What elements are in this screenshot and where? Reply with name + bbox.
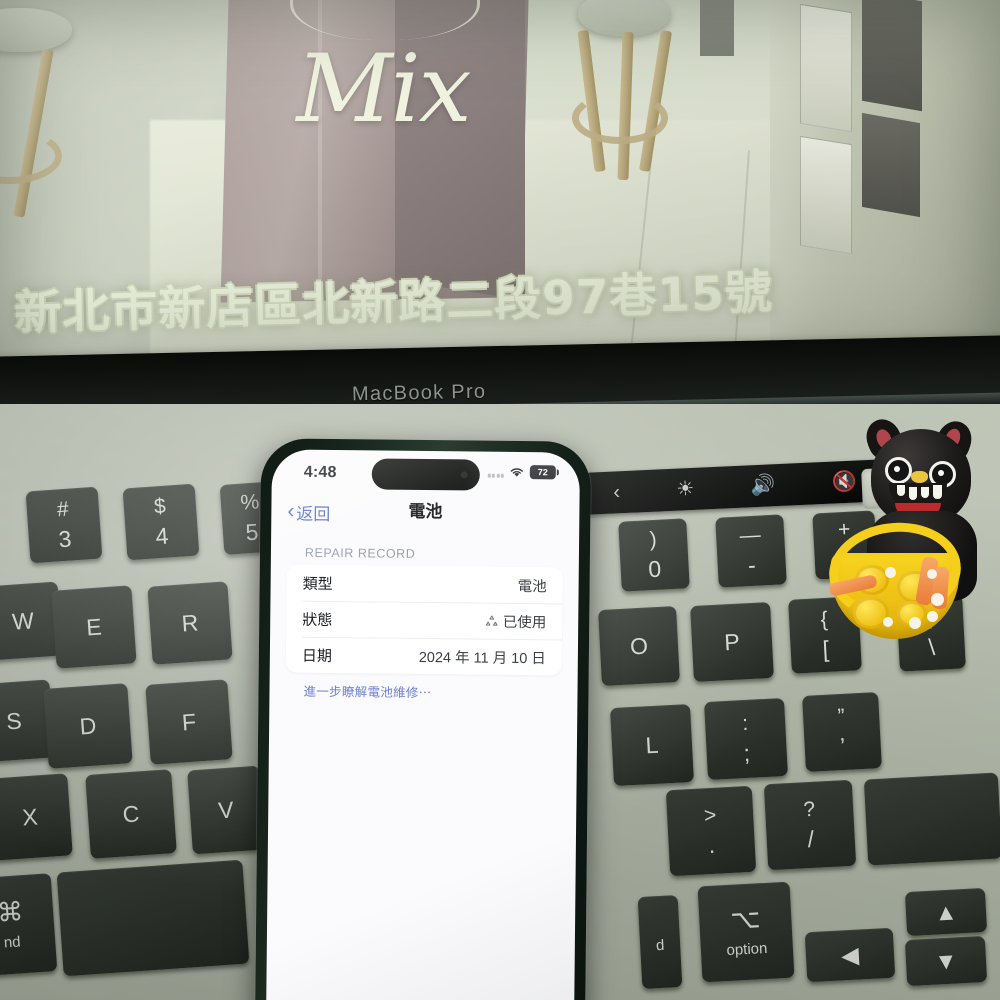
row-type-label: 類型 [302,575,333,593]
key-period[interactable]: >. [665,785,757,877]
food-dot [909,617,921,629]
cat-tooth [897,485,905,496]
row-date[interactable]: 日期 2024 年 11 月 10 日 [286,637,562,676]
cat-tooth [921,487,929,498]
key-shift-right[interactable] [863,772,1000,866]
row-date-value: 2024 年 11 月 10 日 [419,645,546,667]
cat-tooth [933,485,942,499]
key-command-right-partial[interactable]: d [637,895,683,989]
key-0[interactable]: ) 0 [618,518,690,592]
key-semicolon[interactable]: :; [704,697,788,781]
battery-icon: 72 [529,465,556,480]
key-r[interactable]: R [147,581,233,665]
repair-record-card: 類型 電池 狀態 已使用 日期 2024 年 11 月 10 日 [285,564,563,676]
ios-status-bar: 4:48 72 [272,449,580,496]
food-dot [927,569,937,579]
black-cat-figurine [824,414,1000,665]
brightness-icon[interactable]: ☀ [676,478,695,501]
food-dot [885,567,896,578]
shelf-panel [800,3,852,133]
row-status-label: 狀態 [302,611,333,629]
key-d[interactable]: D [43,683,133,769]
cat-tooth [909,487,917,500]
food-dot [927,611,938,622]
section-header: REPAIR RECORD [304,545,416,561]
phone-display: 4:48 72 ‹ 返回 電池 REPAIR RECORD 類型 電池 狀態 已… [265,449,581,1000]
row-status[interactable]: 狀態 已使用 [286,601,562,640]
iphone-device: 4:48 72 ‹ 返回 電池 REPAIR RECORD 類型 電池 狀態 已… [254,438,592,1000]
row-type-value: 電池 [518,574,547,595]
yellow-food-basket [823,516,973,649]
chevron-left-icon[interactable]: ‹ [613,481,621,503]
key-command-left[interactable]: ⌘ nd [0,873,58,977]
key-v[interactable]: V [187,765,265,855]
cafe-logo: Mix [296,35,471,144]
page-title: 電池 [408,501,443,522]
key-arrow-left[interactable]: ◀ [804,927,896,983]
shelf-dark-panel [700,0,734,56]
macbook-screen: Mix 新北市新店區北新路二段97巷15號 [0,0,1000,372]
status-time: 4:48 [303,463,337,482]
key-p[interactable]: P [690,601,774,683]
row-date-value-text: 2024 年 11 月 10 日 [418,649,546,667]
shelf-dark-panel [862,112,920,218]
key-c[interactable]: C [85,769,177,859]
status-indicators: 72 [487,465,556,480]
row-type-value-text: 電池 [517,578,547,595]
key-quote[interactable]: ”’ [802,692,882,772]
cat-eye-left [885,457,912,484]
macbook-brand-label: MacBook Pro [351,380,487,406]
shelf-dark-panel [862,0,922,112]
key-f[interactable]: F [145,679,233,765]
wifi-icon [510,468,523,477]
row-status-value-text: 已使用 [502,614,547,631]
ios-nav-bar: ‹ 返回 電池 [271,493,579,538]
shelf-panel [800,135,852,255]
recycle-icon [485,614,498,626]
volume-up-icon[interactable]: 🔊 [750,474,776,497]
front-camera-icon [460,471,468,479]
key-slash[interactable]: ? / [763,779,857,871]
food-dot [931,593,944,606]
key-space[interactable] [56,859,250,977]
dynamic-island [371,458,480,491]
food-dot [883,617,893,627]
key-arrow-up[interactable]: ▲ [904,887,988,937]
row-status-value: 已使用 [484,610,547,632]
key-3[interactable]: #3 [25,486,103,564]
key-o[interactable]: O [598,606,680,686]
key-l[interactable]: L [610,703,694,787]
cat-nose [911,471,928,483]
key-option-right[interactable]: ⌥ option [697,881,795,983]
learn-more-link[interactable]: 進一步瞭解電池維修⋯ [303,681,543,703]
key-minus[interactable]: — - [715,514,787,588]
row-type[interactable]: 類型 電池 [286,565,562,604]
key-4[interactable]: $4 [122,483,200,561]
key-e[interactable]: E [51,585,137,669]
key-x[interactable]: X [0,773,73,861]
row-date-label: 日期 [301,647,332,665]
cellular-signal-icon [487,466,504,478]
key-arrow-down[interactable]: ▼ [904,935,988,987]
screenshot-root: Mix 新北市新店區北新路二段97巷15號 MacBook Pro #3 $4% 5… [0,0,1000,1000]
